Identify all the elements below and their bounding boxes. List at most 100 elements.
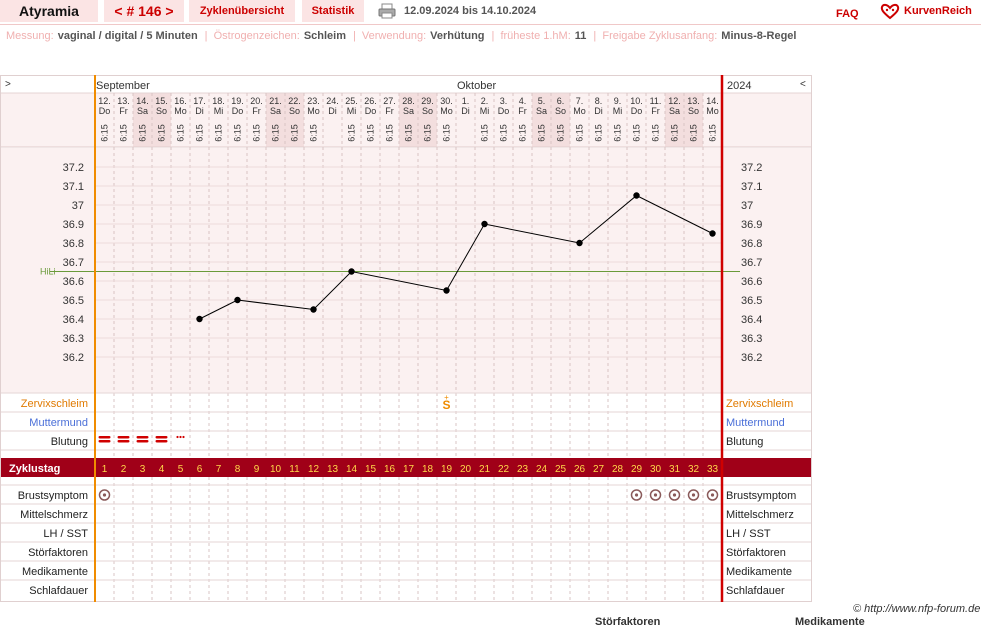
temperature-point[interactable] xyxy=(481,220,488,228)
cycle-overview-tab[interactable]: Zyklenübersicht xyxy=(189,0,295,22)
row-label-lh-sst-right: LH / SST xyxy=(726,528,771,540)
month-september: September xyxy=(96,80,150,92)
temperature-point[interactable] xyxy=(443,287,450,294)
measurement-time: 6:15 xyxy=(309,124,319,142)
date-label: 22. xyxy=(288,96,301,106)
date-label: 2. xyxy=(481,96,489,106)
date-label: 18. xyxy=(212,96,225,106)
temp-tick-left: 36.2 xyxy=(63,352,84,364)
scroll-right-button[interactable]: < xyxy=(800,79,806,90)
user-name-tab[interactable]: Atyramia xyxy=(0,0,98,22)
cycle-day-number: 5 xyxy=(178,464,184,475)
date-label: 15. xyxy=(155,96,168,106)
scroll-left-button[interactable]: > xyxy=(5,79,11,90)
measurement-time: 6:15 xyxy=(670,124,680,142)
cycle-day-number: 31 xyxy=(669,464,681,475)
measurement-time: 6:15 xyxy=(233,124,243,142)
chart-svg: > September Oktober 2024 <12.Do6:1513.Fr6:15… xyxy=(0,75,812,602)
temp-tick-left: 36.6 xyxy=(63,276,84,288)
date-range: 12.09.2024 bis 14.10.2024 xyxy=(404,5,537,17)
temp-tick-left: 36.5 xyxy=(63,295,84,307)
weekday-label: Fr xyxy=(651,106,660,116)
measurement-time: 6:15 xyxy=(404,124,414,142)
weekday-label: Fr xyxy=(119,106,128,116)
cycle-day-number: 7 xyxy=(216,464,222,475)
temperature-point[interactable] xyxy=(348,268,355,275)
cycle-info-bar: Messung: vaginal / digital / 5 Minuten | Ö… xyxy=(6,30,797,42)
cycle-number[interactable]: < # 146 > xyxy=(114,3,173,19)
temperature-point[interactable] xyxy=(196,315,203,323)
estrogen-label: Östrogenzeichen: xyxy=(213,30,300,42)
measurement-time: 6:15 xyxy=(157,124,167,142)
weekday-label: Sa xyxy=(403,106,414,116)
date-label: 10. xyxy=(630,96,643,106)
weekday-label: Mi xyxy=(613,106,623,116)
temp-tick-left: 37.2 xyxy=(63,162,84,174)
date-label: 7. xyxy=(576,96,584,106)
temperature-point[interactable] xyxy=(310,306,317,313)
header-divider xyxy=(0,24,981,25)
cycle-overview-label: Zyklenübersicht xyxy=(199,5,285,17)
cycle-day-number: 3 xyxy=(140,464,146,475)
temp-tick-right: 37 xyxy=(741,200,753,212)
bleeding-heavy-mark xyxy=(136,436,149,439)
temperature-point[interactable] xyxy=(709,230,716,237)
kurvenreich-logo[interactable]: KurvenReich xyxy=(880,2,972,20)
cycle-day-number: 15 xyxy=(365,464,377,475)
temp-tick-right: 36.2 xyxy=(741,352,762,364)
row-label-breast-symptom: Brustsymptom xyxy=(18,490,88,502)
row-label-medication: Medikamente xyxy=(22,566,88,578)
date-label: 4. xyxy=(519,96,527,106)
temp-tick-right: 36.6 xyxy=(741,276,762,288)
cycle-day-number: 20 xyxy=(460,464,472,475)
temp-tick-right: 36.4 xyxy=(741,314,762,326)
cycle-day-number: 17 xyxy=(403,464,415,475)
weekday-label: Fr xyxy=(518,106,527,116)
measurement-time: 6:15 xyxy=(290,124,300,142)
bleeding-heavy-mark xyxy=(155,440,168,443)
release-value: Minus-8-Regel xyxy=(721,30,797,42)
usage-value: Verhütung xyxy=(430,30,485,42)
breast-symptom-icon-dot xyxy=(634,493,639,497)
temperature-point[interactable] xyxy=(234,296,241,304)
estrogen-value: Schleim xyxy=(303,30,346,42)
cycle-day-number: 22 xyxy=(498,464,510,475)
weekday-label: So xyxy=(688,106,699,116)
measurement-time: 6:15 xyxy=(195,124,205,142)
date-label: 17. xyxy=(193,96,206,106)
cycle-day-number: 11 xyxy=(289,464,300,475)
date-label: 12. xyxy=(98,96,111,106)
temperature-point[interactable] xyxy=(633,192,640,199)
cycle-day-number: 27 xyxy=(593,464,605,475)
date-label: 12. xyxy=(668,96,681,106)
measurement-time: 6:15 xyxy=(271,124,281,142)
row-label-cervical-mucus: Zervixschleim xyxy=(21,398,88,410)
weekday-label: Do xyxy=(99,106,111,116)
row-label-cervix-right: Muttermund xyxy=(726,417,785,429)
temp-tick-right: 37.2 xyxy=(741,162,762,174)
print-icon[interactable] xyxy=(378,3,396,19)
cycle-day-number: 2 xyxy=(121,464,127,475)
weekday-label: Do xyxy=(498,106,510,116)
earliest-label: früheste 1.hM: xyxy=(500,30,571,42)
measure-label: Messung: xyxy=(6,30,54,42)
mucus-s-mark: S xyxy=(442,398,450,412)
statistics-tab[interactable]: Statistik xyxy=(302,0,364,22)
measurement-time: 6:15 xyxy=(556,124,566,142)
breast-symptom-icon-dot xyxy=(102,493,107,497)
temp-tick-right: 36.7 xyxy=(741,257,762,269)
bleeding-spotting-mark xyxy=(179,435,182,439)
cycle-day-number: 32 xyxy=(688,464,700,475)
date-label: 13. xyxy=(687,96,700,106)
weekday-label: Sa xyxy=(669,106,680,116)
date-label: 19. xyxy=(231,96,244,106)
earliest-value: 11 xyxy=(574,30,587,42)
measure-value: vaginal / digital / 5 Minuten xyxy=(57,30,198,42)
cycle-navigator[interactable]: < # 146 > xyxy=(104,0,184,22)
temp-tick-left: 36.8 xyxy=(63,238,84,250)
measurement-time: 6:15 xyxy=(214,124,224,142)
date-label: 23. xyxy=(307,96,320,106)
faq-link[interactable]: FAQ xyxy=(836,8,859,20)
temperature-point[interactable] xyxy=(576,239,583,247)
temp-tick-left: 36.4 xyxy=(63,314,84,326)
